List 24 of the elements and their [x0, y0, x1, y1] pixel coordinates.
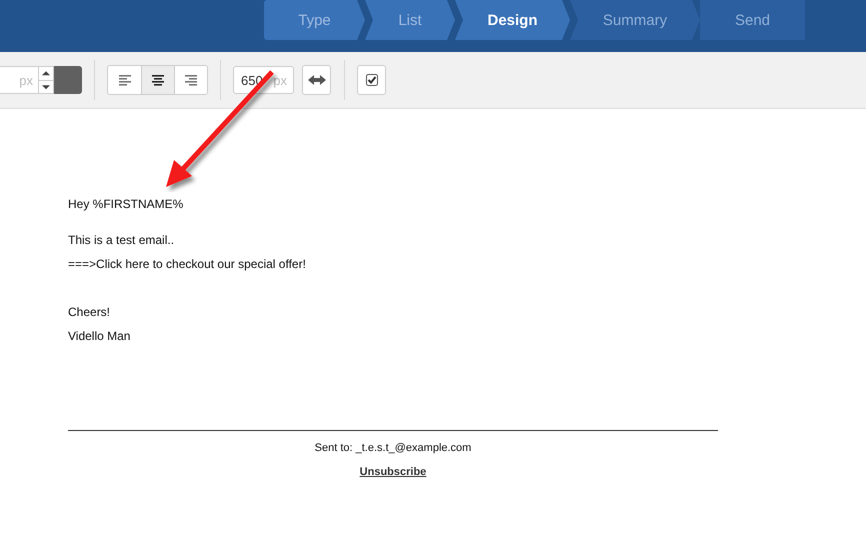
step-tab[interactable]: Type: [264, 0, 365, 40]
step-tab[interactable]: Summary: [570, 0, 700, 40]
step-tab[interactable]: Send: [700, 0, 805, 40]
greeting-text: Hey %FIRSTNAME%: [68, 197, 184, 211]
step-tab[interactable]: Design: [455, 0, 570, 40]
double-arrow-icon: [308, 74, 326, 86]
align-right-icon: [185, 74, 197, 86]
recipient-text: Sent to: _t.e.s.t_@example.com: [314, 441, 472, 455]
checkbox-icon: [366, 74, 378, 86]
align-left-icon: [118, 74, 130, 86]
body-text: This is a test email..: [68, 233, 174, 247]
closing-text: Cheers!: [68, 305, 110, 319]
color-swatch[interactable]: [54, 66, 82, 94]
align-center-icon: [152, 74, 164, 86]
align-button[interactable]: [141, 66, 174, 94]
closing-text: Vidello Man: [68, 329, 130, 343]
step-tab[interactable]: List: [365, 0, 455, 40]
unsubscribe-link[interactable]: Unsubscribe: [360, 465, 426, 479]
spinner-control[interactable]: [38, 66, 54, 94]
size-field[interactable]: px: [0, 66, 38, 94]
full-width-button[interactable]: [302, 65, 331, 95]
checkbox-button[interactable]: [357, 65, 386, 95]
unit-label: px: [273, 72, 287, 88]
body-text: ===>Click here to checkout our special offer!: [68, 257, 306, 271]
